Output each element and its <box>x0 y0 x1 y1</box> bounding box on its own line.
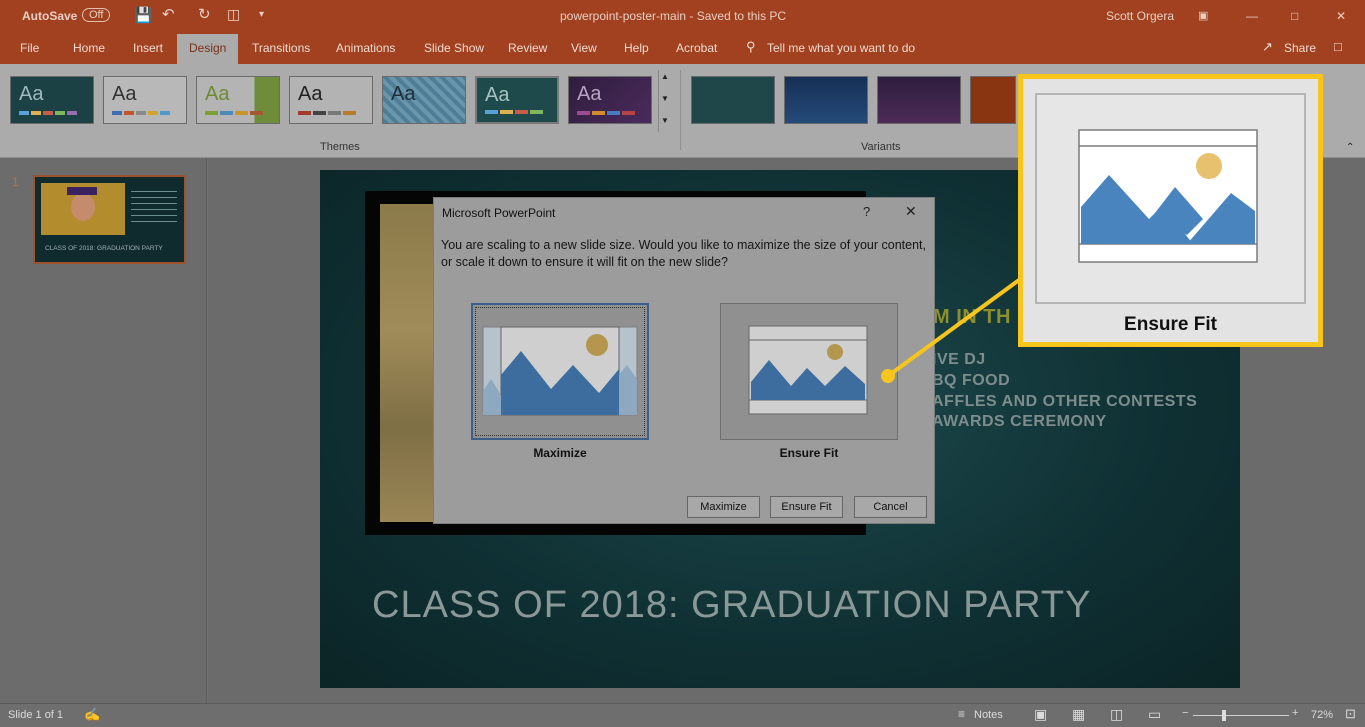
callout-label: Ensure Fit <box>1124 314 1217 335</box>
theme-thumbnail[interactable]: Aa <box>382 76 466 124</box>
slideshow-view-icon[interactable]: ▭ <box>1148 706 1161 723</box>
tab-view[interactable]: View <box>571 41 597 55</box>
callout-frame <box>1035 93 1306 304</box>
more-icon[interactable]: ▼ <box>661 116 669 125</box>
slide-bullet: AWARDS CEREMONY <box>932 413 1107 430</box>
theme-thumbnail[interactable]: Aa <box>289 76 373 124</box>
zoom-in-icon[interactable]: + <box>1292 707 1298 719</box>
close-icon[interactable]: ✕ <box>905 203 917 220</box>
tab-design[interactable]: Design <box>177 34 239 64</box>
tab-review[interactable]: Review <box>508 41 547 55</box>
variants-group-label: Variants <box>861 141 901 153</box>
ribbon-display-icon[interactable]: ▣ <box>1198 9 1208 22</box>
scroll-down-icon[interactable]: ▼ <box>661 94 669 103</box>
slide-number: 1 <box>12 175 19 189</box>
slide-count: Slide 1 of 1 <box>8 709 64 721</box>
normal-view-icon[interactable]: ▣ <box>1034 706 1047 723</box>
tab-file[interactable]: File <box>20 41 39 55</box>
themes-scroll[interactable]: ▲ ▼ ▼ <box>658 70 670 132</box>
notes-icon[interactable]: ≡ <box>958 707 965 721</box>
ensure-fit-option[interactable] <box>720 303 898 440</box>
slide-title[interactable]: CLASS OF 2018: GRADUATION PARTY <box>372 584 1091 627</box>
theme-thumbnail[interactable]: Aa <box>10 76 94 124</box>
maximize-option-label: Maximize <box>533 446 587 460</box>
theme-thumbnail-selected[interactable]: Aa <box>475 76 559 124</box>
thumb-title: CLASS OF 2018: GRADUATION PARTY <box>45 245 163 252</box>
variant-thumbnail[interactable] <box>877 76 961 124</box>
slide-photo <box>380 204 435 522</box>
zoom-slider[interactable] <box>1193 715 1289 716</box>
minimize-icon[interactable]: — <box>1246 9 1258 23</box>
themes-group-label: Themes <box>320 141 360 153</box>
tab-acrobat[interactable]: Acrobat <box>676 41 717 55</box>
callout-connector <box>881 270 1032 383</box>
notes-button[interactable]: Notes <box>974 709 1003 721</box>
ensure-fit-option-label: Ensure Fit <box>779 446 839 460</box>
scroll-up-icon[interactable]: ▲ <box>661 72 669 81</box>
tab-animations[interactable]: Animations <box>336 41 395 55</box>
fit-slide-icon[interactable]: ⊡ <box>1345 706 1356 722</box>
save-icon[interactable]: 💾 <box>134 6 153 24</box>
autosave-label: AutoSave <box>22 9 78 23</box>
ribbon-tabs: File Home Insert Design Transitions Anim… <box>0 32 1365 64</box>
lightbulb-search-icon: ⚲ <box>746 39 756 54</box>
accessibility-icon[interactable]: ✍ <box>84 707 100 723</box>
variant-thumbnail[interactable] <box>970 76 1016 124</box>
comments-icon[interactable]: □ <box>1334 39 1342 54</box>
slide-sorter-icon[interactable]: ▦ <box>1072 706 1085 723</box>
help-icon[interactable]: ? <box>863 204 870 219</box>
customize-qat-icon[interactable]: ▾ <box>259 9 264 20</box>
thumb-bullets <box>131 191 177 225</box>
tab-help[interactable]: Help <box>624 41 649 55</box>
ensure-fit-button[interactable]: Ensure Fit <box>770 496 843 518</box>
tab-transitions[interactable]: Transitions <box>252 41 310 55</box>
variant-thumbnail[interactable] <box>784 76 868 124</box>
redo-icon[interactable]: ↻ <box>198 5 211 23</box>
group-divider <box>680 70 681 150</box>
zoom-level[interactable]: 72% <box>1311 709 1333 721</box>
zoom-thumb[interactable] <box>1222 710 1226 721</box>
status-bar: Slide 1 of 1 ✍ ≡ Notes ▣ ▦ ◫ ▭ − + 72% ⊡ <box>0 703 1365 727</box>
scaling-dialog: Microsoft PowerPoint ? ✕ You are scaling… <box>433 197 935 524</box>
undo-icon[interactable]: ↶ <box>162 5 175 23</box>
maximize-image-icon <box>482 326 638 416</box>
collapse-ribbon-icon[interactable]: ⌃ <box>1346 142 1354 153</box>
slide-thumbnail[interactable]: CLASS OF 2018: GRADUATION PARTY <box>33 175 186 264</box>
theme-thumbnail[interactable]: Aa <box>196 76 280 124</box>
maximize-button[interactable]: Maximize <box>687 496 760 518</box>
thumb-photo <box>41 183 125 235</box>
title-bar: AutoSave Off 💾 ↶ ↻ ◫ ▾ powerpoint-poster… <box>0 0 1365 32</box>
dialog-message: You are scaling to a new slide size. Wou… <box>441 238 926 269</box>
present-icon[interactable]: ◫ <box>227 6 240 23</box>
tab-home[interactable]: Home <box>73 41 105 55</box>
document-title: powerpoint-poster-main - Saved to this P… <box>560 9 787 23</box>
user-name[interactable]: Scott Orgera <box>1106 9 1174 23</box>
ensure-fit-image-icon <box>748 325 868 415</box>
tab-insert[interactable]: Insert <box>133 41 163 55</box>
maximize-icon[interactable]: □ <box>1291 9 1298 23</box>
theme-thumbnail[interactable]: Aa <box>568 76 652 124</box>
close-window-icon[interactable]: ✕ <box>1336 9 1346 23</box>
maximize-option[interactable] <box>471 303 649 440</box>
theme-thumbnail[interactable]: Aa <box>103 76 187 124</box>
ensure-fit-callout: Ensure Fit <box>1018 74 1323 347</box>
cancel-button[interactable]: Cancel <box>854 496 927 518</box>
callout-ensure-fit-icon <box>1078 129 1258 263</box>
reading-view-icon[interactable]: ◫ <box>1110 706 1123 723</box>
zoom-out-icon[interactable]: − <box>1182 707 1188 719</box>
variant-thumbnail[interactable] <box>691 76 775 124</box>
tab-slide-show[interactable]: Slide Show <box>424 41 484 55</box>
tell-me-box[interactable]: Tell me what you want to do <box>767 41 915 55</box>
share-button[interactable]: Share <box>1284 41 1316 55</box>
share-icon: ↗ <box>1262 39 1273 54</box>
slide-bullet: AFFLES AND OTHER CONTESTS <box>932 393 1198 410</box>
dialog-title: Microsoft PowerPoint <box>442 206 556 220</box>
autosave-toggle[interactable]: Off <box>82 8 111 22</box>
